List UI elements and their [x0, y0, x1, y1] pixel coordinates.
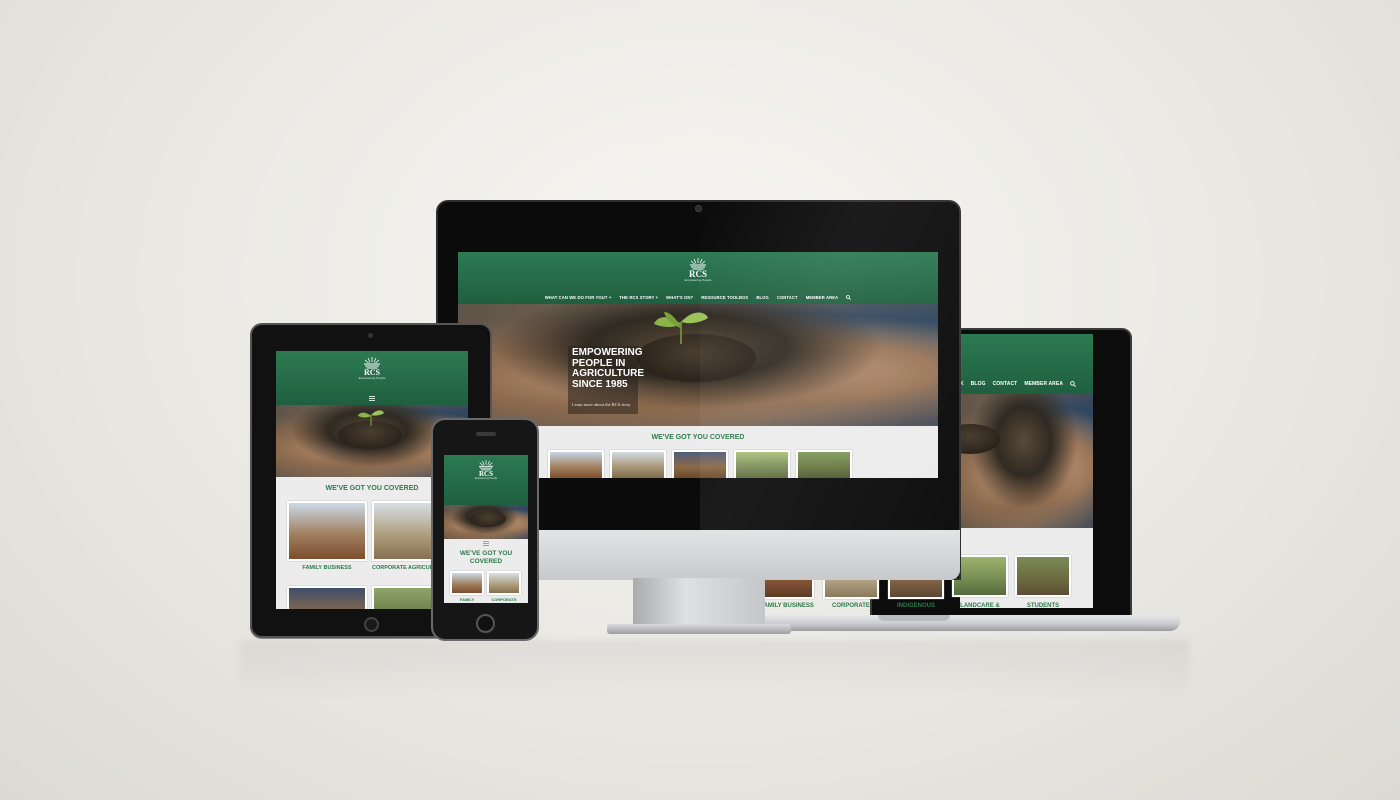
category-thumb-family[interactable]	[450, 571, 484, 595]
nav-item-member-area[interactable]: MEMBER AREA	[1024, 381, 1063, 387]
category-thumb-corporate[interactable]	[610, 450, 666, 478]
section-title-line: WE'VE GOT YOU	[459, 550, 513, 557]
search-icon[interactable]	[1070, 381, 1077, 387]
logo-tagline: Empowering People	[684, 278, 712, 282]
category-thumb-family[interactable]	[548, 450, 604, 478]
sprout-icon	[357, 410, 385, 426]
laptop-nav: K BLOG CONTACT MEMBER AREA	[960, 381, 1093, 387]
rcs-logo[interactable]: RCS Empowering People	[678, 257, 718, 282]
category-thumb-landcare[interactable]	[734, 450, 790, 478]
hero-headline: EMPOWERING PEOPLE IN AGRICULTURE SINCE 1…	[572, 347, 645, 390]
category-thumb-students[interactable]	[796, 450, 852, 478]
laptop-notch	[878, 615, 950, 621]
hamburger-icon[interactable]	[483, 541, 489, 546]
site-header: RCS Empowering People WHAT CAN WE DO FOR…	[458, 252, 938, 304]
nav-item-member-area[interactable]: MEMBER AREA	[806, 295, 839, 300]
logo-tagline: Empowering People	[358, 376, 386, 380]
soil-handful	[960, 424, 1000, 454]
nav-item-contact[interactable]: CONTACT	[993, 381, 1018, 387]
hero-headline-line: AGRICULTURE	[572, 368, 645, 379]
phone-speaker	[476, 432, 496, 436]
category-thumb-students[interactable]	[1015, 555, 1071, 597]
nav-item-blog[interactable]: BLOG	[971, 381, 986, 387]
phone-home-button[interactable]	[476, 614, 495, 633]
category-caption[interactable]: INDIGENOUS	[888, 603, 944, 609]
imac-foot	[607, 624, 791, 634]
tablet-home-button[interactable]	[364, 617, 379, 632]
laptop-base	[752, 615, 1180, 631]
hero-headline-line: SINCE 1985	[572, 378, 628, 390]
category-caption[interactable]: FAMILY BUSINESS	[287, 565, 367, 571]
category-caption[interactable]: LANDCARE &	[952, 603, 1008, 609]
site-header: RCS Empowering People	[444, 455, 528, 505]
tablet-camera	[368, 333, 373, 338]
soil-handful	[470, 511, 506, 527]
category-caption[interactable]: FAMILY	[450, 597, 484, 602]
rcs-logo[interactable]: RCS Empowering People	[352, 356, 392, 380]
nav-item-contact[interactable]: CONTACT	[777, 295, 798, 300]
sprout-icon	[654, 312, 708, 344]
phone-screen: RCS Empowering People WE'VE GOT YOU COVE…	[444, 455, 528, 603]
floor-reflection	[240, 640, 1190, 700]
logo-tagline: Empowering People	[474, 477, 498, 480]
category-thumb-indigenous[interactable]	[672, 450, 728, 478]
section-title: WE'VE GOT YOU COVERED	[444, 550, 528, 566]
section-title-line: COVERED	[469, 558, 503, 565]
hamburger-icon[interactable]	[369, 396, 375, 401]
hero-story-link[interactable]: Learn more about the RCS story	[572, 402, 630, 407]
hero-banner	[444, 505, 528, 539]
category-caption[interactable]: CORPORATE	[487, 597, 521, 602]
nav-item-what-can-we-do[interactable]: WHAT CAN WE DO FOR YOU? +	[545, 295, 612, 300]
site-header: K BLOG CONTACT MEMBER AREA	[960, 334, 1093, 394]
main-nav: WHAT CAN WE DO FOR YOU? + THE RCS STORY …	[458, 295, 938, 300]
category-thumb-family[interactable]	[287, 501, 367, 561]
category-caption[interactable]: CORPORATE	[823, 603, 879, 609]
hero-headline-line: EMPOWERING	[572, 347, 643, 358]
imac-stand	[633, 578, 765, 628]
nav-item-blog[interactable]: BLOG	[756, 295, 769, 300]
nav-item-rcs-story[interactable]: THE RCS STORY +	[619, 295, 658, 300]
site-header: RCS Empowering People	[276, 351, 468, 405]
nav-item-whats-on[interactable]: WHAT'S ON?	[666, 295, 693, 300]
covered-section: WE'VE GOT YOU COVERED FAMILY CORPORATE	[444, 539, 528, 603]
rcs-logo[interactable]: RCS Empowering People	[471, 459, 501, 481]
category-thumb-corporate[interactable]	[487, 571, 521, 595]
hero-banner: EMPOWERING PEOPLE IN AGRICULTURE SINCE 1…	[458, 304, 938, 426]
hero-banner	[960, 394, 1093, 528]
category-caption[interactable]: STUDENTS	[1015, 603, 1071, 609]
nav-item-resource-toolbox[interactable]: RESOURCE TOOLBOX	[701, 295, 748, 300]
category-thumb-indigenous[interactable]	[287, 586, 367, 609]
search-icon[interactable]	[846, 295, 852, 300]
imac-camera	[695, 205, 702, 212]
category-caption[interactable]: FAMILY BUSINESS	[758, 603, 816, 609]
